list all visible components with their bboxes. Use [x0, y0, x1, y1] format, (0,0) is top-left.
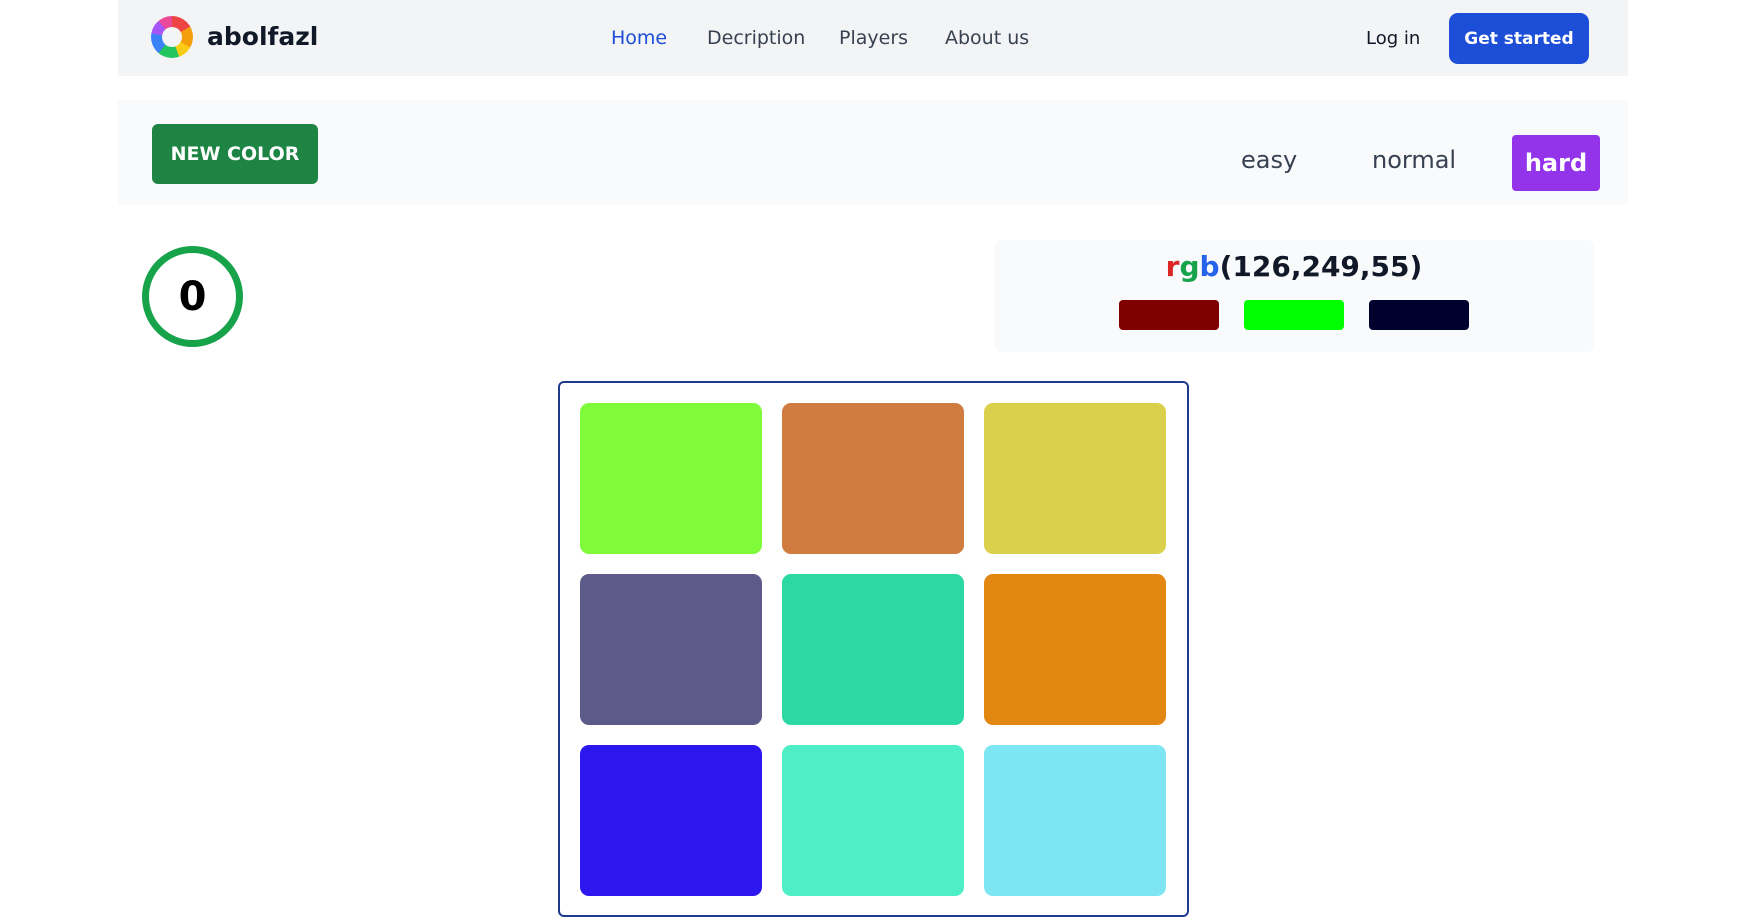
color-grid	[558, 381, 1189, 917]
nav-home[interactable]: Home	[611, 27, 667, 49]
login-link[interactable]: Log in	[1366, 28, 1420, 49]
rgb-b-letter: b	[1199, 250, 1220, 283]
nav-players[interactable]: Players	[839, 27, 908, 49]
color-tile[interactable]	[782, 403, 964, 554]
green-channel-swatch	[1244, 300, 1344, 330]
level-normal[interactable]: normal	[1372, 146, 1456, 174]
color-tile[interactable]	[984, 745, 1166, 896]
get-started-button[interactable]: Get started	[1449, 13, 1589, 64]
target-color-panel: rgb(126,249,55)	[994, 240, 1594, 352]
color-tile[interactable]	[580, 745, 762, 896]
color-tile[interactable]	[580, 574, 762, 725]
level-hard[interactable]: hard	[1512, 135, 1600, 191]
nav-description[interactable]: Decription	[707, 27, 805, 49]
nav-about-us[interactable]: About us	[945, 27, 1029, 49]
red-channel-swatch	[1119, 300, 1219, 330]
top-navbar: abolfazl Home Decription Players About u…	[118, 0, 1628, 76]
color-tile[interactable]	[782, 745, 964, 896]
level-easy[interactable]: easy	[1241, 146, 1297, 174]
color-tile[interactable]	[984, 574, 1166, 725]
rgb-r-letter: r	[1165, 250, 1180, 283]
color-tile[interactable]	[580, 403, 762, 554]
target-rgb-label: rgb(126,249,55)	[994, 250, 1594, 283]
rgb-value: (126,249,55)	[1219, 250, 1423, 283]
color-tile[interactable]	[782, 574, 964, 725]
score-counter: 0	[142, 246, 243, 347]
game-toolbar: NEW COLOR easy normal hard	[118, 100, 1628, 205]
rgb-g-letter: g	[1179, 250, 1200, 283]
blue-channel-swatch	[1369, 300, 1469, 330]
color-tile[interactable]	[984, 403, 1166, 554]
new-color-button[interactable]: NEW COLOR	[152, 124, 318, 184]
logo-icon	[151, 16, 193, 58]
brand-name: abolfazl	[207, 22, 319, 51]
